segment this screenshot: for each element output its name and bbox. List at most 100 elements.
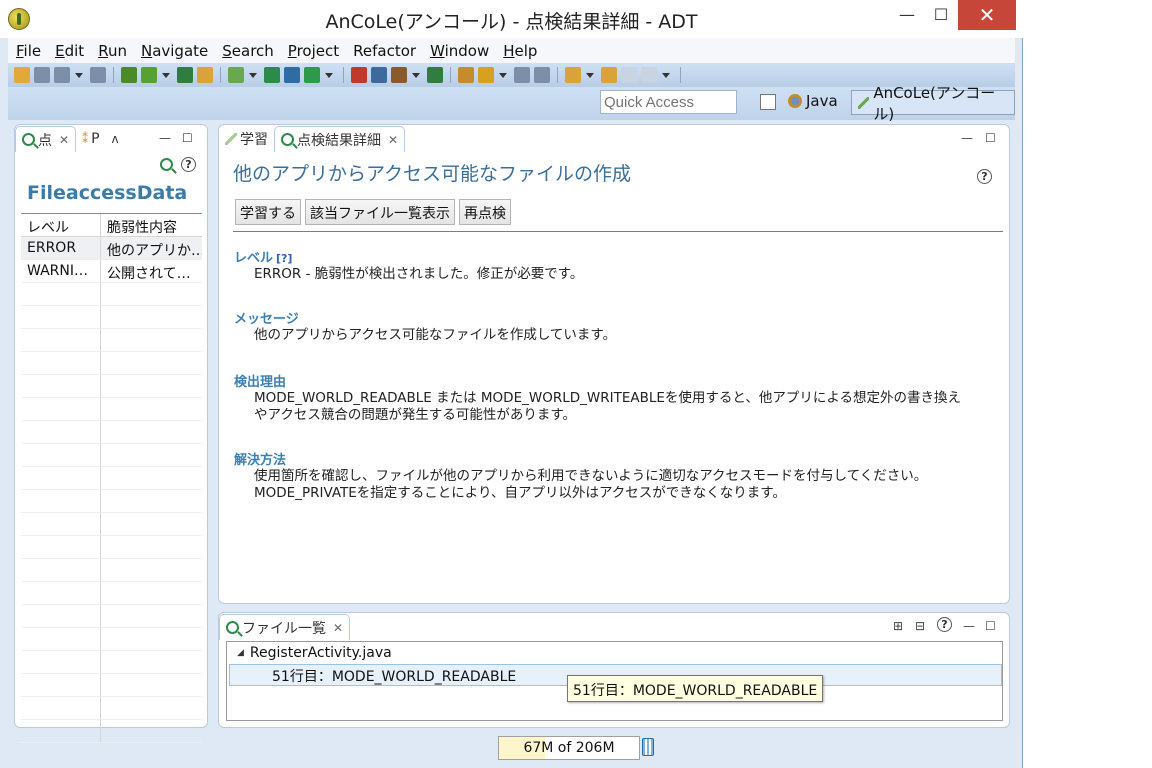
dropdown-arrow-icon[interactable] xyxy=(412,72,420,78)
help-icon[interactable]: ? xyxy=(937,617,952,632)
message-section: メッセージ 他のアプリからアクセス可能なファイルを作成しています。 xyxy=(234,308,616,344)
show-files-button[interactable]: 該当ファイル一覧表示 xyxy=(305,199,455,225)
minimize-view-icon[interactable]: — xyxy=(961,131,973,145)
table-cell xyxy=(101,306,202,328)
heap-status[interactable]: 67M of 206M xyxy=(498,736,640,760)
toolbar-button-icon[interactable] xyxy=(565,67,581,83)
menu-project[interactable]: Project xyxy=(288,42,339,60)
toolbar-button-icon[interactable] xyxy=(601,67,617,83)
menu-edit[interactable]: Edit xyxy=(55,42,84,60)
ide-window: AnCoLe(アンコール) - 点検結果詳細 - ADT — ☐ ✕ File … xyxy=(0,0,1023,768)
tab-package[interactable]: ⁑ P xyxy=(76,126,105,152)
toolbar-button-icon[interactable] xyxy=(264,67,280,83)
tab-close-icon[interactable]: ✕ xyxy=(388,133,398,147)
table-cell xyxy=(21,467,101,489)
empty-table-row xyxy=(21,513,202,536)
tab-file-list[interactable]: ファイル一覧 ✕ xyxy=(219,614,351,640)
toolbar-button-icon[interactable] xyxy=(458,67,474,83)
toolbar-button-icon[interactable] xyxy=(177,67,193,83)
menu-file[interactable]: File xyxy=(16,42,41,60)
column-header-level[interactable]: レベル xyxy=(21,214,101,236)
tab-close-icon[interactable]: ✕ xyxy=(59,133,69,147)
toolbar-button-icon[interactable] xyxy=(621,67,637,83)
table-cell: 公開されて… xyxy=(107,266,191,282)
toolbar-button-icon[interactable] xyxy=(478,67,494,83)
solution-section: 解決方法 使用箇所を確認し、ファイルが他のアプリから利用できないように適切なアク… xyxy=(234,449,927,502)
toolbar-button-icon[interactable] xyxy=(534,67,550,83)
dropdown-arrow-icon[interactable] xyxy=(662,72,670,78)
menu-navigate[interactable]: Navigate xyxy=(141,42,208,60)
toolbar-button-icon[interactable] xyxy=(641,67,657,83)
toolbar-button-icon[interactable] xyxy=(514,67,530,83)
level-help-link[interactable]: [?] xyxy=(276,252,292,265)
table-cell xyxy=(101,513,202,535)
minimize-view-icon[interactable]: — xyxy=(159,131,171,145)
help-icon[interactable]: ? xyxy=(181,157,196,172)
files-tab-row: ファイル一覧 ✕ ⊞ ⊟ ? — ☐ xyxy=(219,613,1009,641)
garbage-collect-icon[interactable] xyxy=(642,738,654,756)
menu-help[interactable]: Help xyxy=(503,42,537,60)
maximize-view-icon[interactable]: ☐ xyxy=(985,619,996,633)
toolbar-button-icon[interactable] xyxy=(197,67,213,83)
table-row[interactable]: ERROR 他のアプリか… xyxy=(21,237,202,260)
recheck-button[interactable]: 再点検 xyxy=(459,199,511,225)
empty-table-row xyxy=(21,628,202,651)
tab-learn-label: 学習 xyxy=(240,132,268,148)
tab-hierarchy[interactable]: ᴧ xyxy=(106,126,128,152)
magnifier-icon xyxy=(281,133,294,146)
minimize-view-icon[interactable]: — xyxy=(963,619,975,633)
inspection-target-title: FileaccessData xyxy=(27,182,188,204)
toolbar-button-icon[interactable] xyxy=(228,67,244,83)
toolbar-button-icon[interactable] xyxy=(284,67,300,83)
dropdown-arrow-icon[interactable] xyxy=(499,72,507,78)
menu-window[interactable]: Window xyxy=(430,42,489,60)
hierarchy-icon: ᴧ xyxy=(111,132,119,146)
toolbar-button-icon[interactable] xyxy=(371,67,387,83)
tab-detail[interactable]: 点検結果詳細 ✕ xyxy=(274,126,406,152)
toolbar-button-icon[interactable] xyxy=(391,67,407,83)
collapse-all-icon[interactable]: ⊟ xyxy=(915,619,925,633)
toolbar-button-icon[interactable] xyxy=(121,67,137,83)
close-button[interactable]: ✕ xyxy=(958,0,1016,30)
solution-text-line1: 使用箇所を確認し、ファイルが他のアプリから利用できないように適切なアクセスモード… xyxy=(254,468,928,484)
maximize-view-icon[interactable]: ☐ xyxy=(985,131,996,145)
menu-search[interactable]: Search xyxy=(222,42,274,60)
message-heading: メッセージ xyxy=(234,312,299,327)
tab-close-icon[interactable]: ✕ xyxy=(333,621,343,635)
menu-run[interactable]: Run xyxy=(98,42,127,60)
tab-inspection[interactable]: 点 ✕ xyxy=(15,126,77,152)
dropdown-arrow-icon[interactable] xyxy=(586,72,594,78)
help-icon[interactable]: ? xyxy=(977,169,992,184)
ancole-perspective-button[interactable]: AnCoLe(アンコール) xyxy=(851,84,1015,123)
quick-access-input[interactable] xyxy=(600,90,737,114)
package-icon: ⁑ xyxy=(82,132,89,146)
open-perspective-icon[interactable] xyxy=(760,94,776,110)
dropdown-arrow-icon[interactable] xyxy=(325,72,333,78)
action-buttons: 学習する 該当ファイル一覧表示 再点検 xyxy=(235,199,511,225)
dropdown-arrow-icon[interactable] xyxy=(249,72,257,78)
empty-table-row xyxy=(21,306,202,329)
search-icon[interactable] xyxy=(160,158,173,171)
toolbar-button-icon[interactable] xyxy=(90,67,106,83)
table-cell xyxy=(101,720,202,742)
empty-table-row xyxy=(21,697,202,720)
toolbar-button-icon[interactable] xyxy=(427,67,443,83)
toolbar-button-icon[interactable] xyxy=(351,67,367,83)
tab-learn[interactable]: 学習 xyxy=(219,126,274,152)
tree-node-file[interactable]: ◢ RegisterActivity.java xyxy=(237,645,392,661)
maximize-view-icon[interactable]: ☐ xyxy=(182,131,193,145)
toolbar-button-icon[interactable] xyxy=(54,67,70,83)
dropdown-arrow-icon[interactable] xyxy=(75,72,83,78)
learn-button[interactable]: 学習する xyxy=(235,199,301,225)
toolbar-button-icon[interactable] xyxy=(304,67,320,83)
dropdown-arrow-icon[interactable] xyxy=(162,72,170,78)
toolbar-button-icon[interactable] xyxy=(34,67,50,83)
toolbar-button-icon[interactable] xyxy=(14,67,30,83)
expand-all-icon[interactable]: ⊞ xyxy=(893,619,903,633)
java-perspective-button[interactable]: Java xyxy=(788,92,838,110)
menu-refactor[interactable]: Refactor xyxy=(353,42,416,60)
table-row[interactable]: WARNI… 公開されて… xyxy=(21,260,202,283)
column-header-content[interactable]: 脆弱性内容 xyxy=(101,214,202,236)
toolbar-button-icon[interactable] xyxy=(141,67,157,83)
expand-arrow-icon[interactable]: ◢ xyxy=(237,648,244,658)
